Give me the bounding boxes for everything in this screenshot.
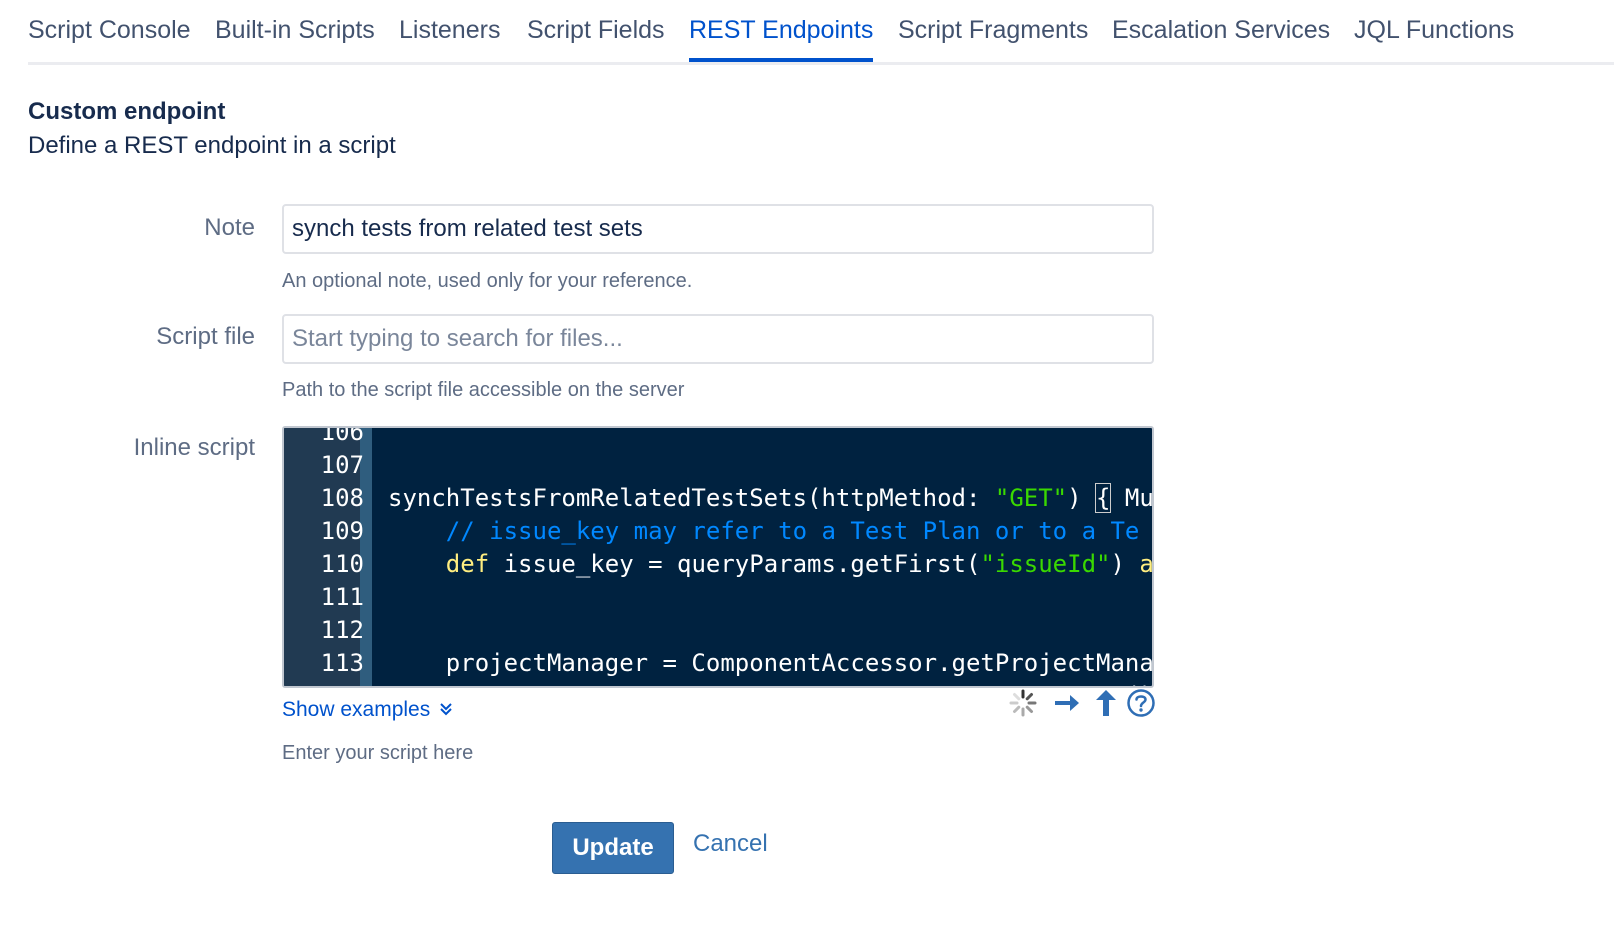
code-text: // issue_key may refer to a Test Plan or… xyxy=(388,515,1140,548)
note-input[interactable] xyxy=(282,204,1154,254)
line-number: 107 xyxy=(320,451,364,479)
tab-rest-endpoints[interactable]: REST Endpoints xyxy=(689,16,874,62)
show-examples-label: Show examples xyxy=(282,698,431,721)
tab-script-fields[interactable]: Script Fields xyxy=(527,16,665,45)
inline-script-label: Inline script xyxy=(133,434,255,461)
tab-script-console[interactable]: Script Console xyxy=(28,16,191,45)
page-title: Custom endpoint xyxy=(28,98,226,125)
code-token: Mu xyxy=(1110,484,1154,512)
code-line: 112 xyxy=(284,614,1152,647)
code-line: 114 componentManager = ComponentManager.… xyxy=(284,680,1152,686)
code-line: 107 xyxy=(284,449,1152,482)
code-text: componentManager = ComponentManager.getI… xyxy=(388,680,1152,686)
line-number: 108 xyxy=(320,484,364,512)
line-number: 110 xyxy=(320,550,364,578)
tab-script-fragments[interactable]: Script Fragments xyxy=(898,16,1088,45)
code-token: def xyxy=(445,550,490,578)
note-help-text: An optional note, used only for your ref… xyxy=(282,270,693,292)
inline-script-help-text: Enter your script here xyxy=(282,742,474,764)
help-icon[interactable] xyxy=(1126,688,1156,718)
line-number: 111 xyxy=(320,583,364,611)
code-line: 106 xyxy=(284,426,1152,449)
line-number: 109 xyxy=(320,517,364,545)
line-number: 113 xyxy=(320,649,364,677)
code-token: issue_key = queryParams.getFirst( xyxy=(489,550,981,578)
tab-bar: Script Console Built-in Scripts Listener… xyxy=(28,0,1614,65)
tab-built-in-scripts[interactable]: Built-in Scripts xyxy=(215,16,375,45)
note-label: Note xyxy=(204,214,255,241)
code-line: 108 synchTestsFromRelatedTestSets(httpMet… xyxy=(284,482,1152,515)
code-token: synchTestsFromRelatedTestSets(httpMethod… xyxy=(388,484,995,512)
tab-listeners[interactable]: Listeners xyxy=(399,16,500,45)
code-line: 109 // issue_key may refer to a Test Pla… xyxy=(284,515,1152,548)
arrow-up-icon[interactable] xyxy=(1091,688,1121,718)
tab-jql-functions[interactable]: JQL Functions xyxy=(1354,16,1514,45)
code-text: def issue_key = queryParams.getFirst("is… xyxy=(388,548,1154,581)
page-subtitle: Define a REST endpoint in a script xyxy=(28,132,396,159)
code-text: projectManager = ComponentAccessor.getPr… xyxy=(388,647,1154,680)
code-token: "GET" xyxy=(994,484,1068,512)
arrow-right-icon[interactable] xyxy=(1052,688,1082,718)
script-file-label: Script file xyxy=(156,323,255,350)
code-text: synchTestsFromRelatedTestSets(httpMethod… xyxy=(388,482,1154,515)
code-token: ) xyxy=(1110,550,1140,578)
double-chevron-down-icon xyxy=(440,703,452,716)
line-number: 114 xyxy=(284,680,364,686)
code-token: a xyxy=(1139,550,1154,578)
code-token: projectManager = ComponentAccessor.getPr… xyxy=(388,649,1154,677)
script-file-input[interactable] xyxy=(282,314,1154,364)
code-token: "issueId" xyxy=(980,550,1111,578)
code-editor[interactable]: 106 107 108 synchTestsFromRelatedTestSets(h… xyxy=(282,426,1154,688)
line-number: 106 xyxy=(320,426,364,446)
code-token: // issue_key may refer to a Test Plan or… xyxy=(388,517,1140,545)
cancel-link[interactable]: Cancel xyxy=(693,830,768,858)
script-file-help-text: Path to the script file accessible on th… xyxy=(282,379,685,401)
show-examples-link[interactable]: Show examples xyxy=(282,698,454,722)
code-line: 111 xyxy=(284,581,1152,614)
code-token: componentManager = ComponentManager.getI… xyxy=(388,682,1152,686)
tab-escalation-services[interactable]: Escalation Services xyxy=(1112,16,1330,45)
update-button[interactable]: Update xyxy=(552,822,674,874)
custom-endpoint-page: Script Console Built-in Scripts Listener… xyxy=(0,0,1614,948)
code-token: ) xyxy=(1067,484,1097,512)
code-line: 113 projectManager = ComponentAccessor.g… xyxy=(284,647,1152,680)
code-line: 110 def issue_key = queryParams.getFirst… xyxy=(284,548,1152,581)
line-number: 112 xyxy=(320,616,364,644)
spinner-icon xyxy=(1009,689,1037,717)
code-token: { xyxy=(1094,483,1112,513)
